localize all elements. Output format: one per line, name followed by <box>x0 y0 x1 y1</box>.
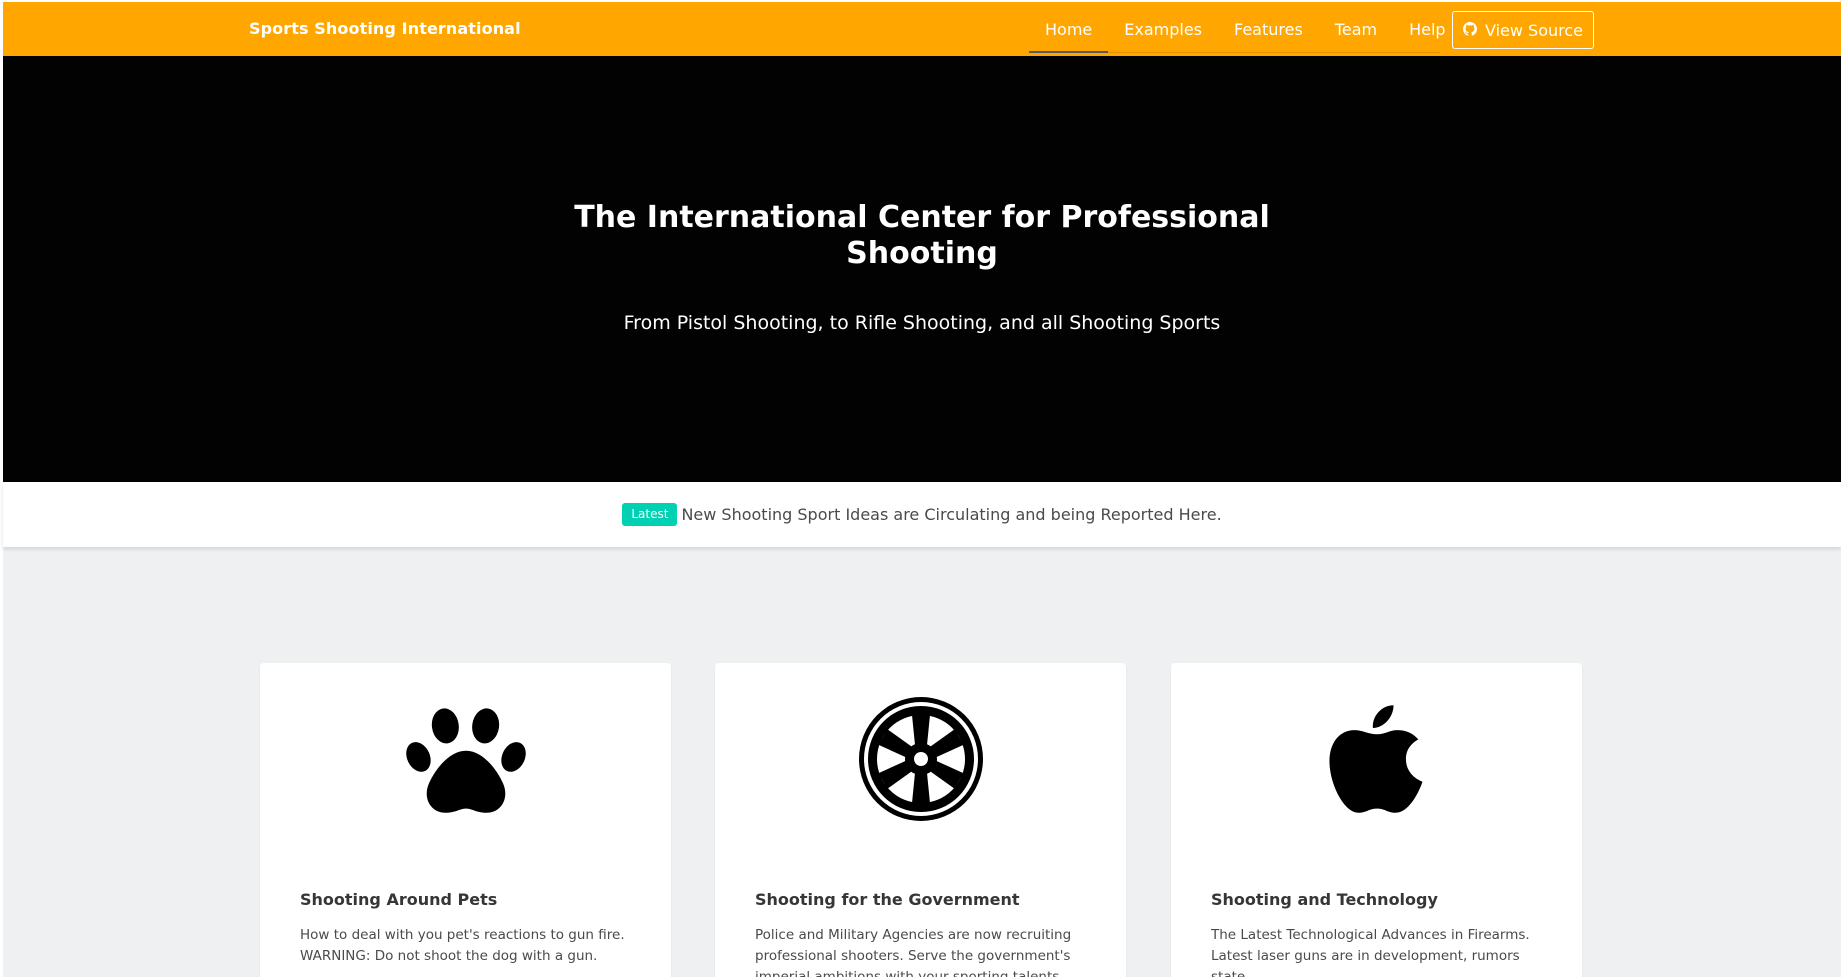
view-source-button[interactable]: View Source <box>1452 11 1594 49</box>
card-text: How to deal with you pet's reactions to … <box>300 927 625 964</box>
latest-badge: Latest <box>622 503 678 526</box>
page: Sports Shooting International Home Examp… <box>0 0 1841 977</box>
brand-logo-text[interactable]: Sports Shooting International <box>249 2 521 56</box>
view-source-label: View Source <box>1484 20 1583 40</box>
github-icon <box>1462 21 1477 40</box>
hero-subtitle: From Pistol Shooting, to Rifle Shooting,… <box>623 312 1221 334</box>
card-pets: Shooting Around Pets How to deal with yo… <box>260 663 671 977</box>
tab-features[interactable]: Features <box>1218 2 1319 52</box>
hero-title-line-2: Shooting <box>846 236 998 271</box>
tab-examples[interactable]: Examples <box>1108 2 1218 52</box>
card-text: The Latest Technological Advances in Fir… <box>1211 927 1530 977</box>
card-title: Shooting and Technology <box>1211 890 1438 909</box>
features-section: Shooting Around Pets How to deal with yo… <box>3 547 1841 977</box>
hero-title: The International Center for Professiona… <box>3 200 1841 272</box>
paw-icon <box>260 694 671 824</box>
galactic-empire-icon <box>715 694 1126 824</box>
apple-icon <box>1171 694 1582 824</box>
card-text: Police and Military Agencies are now rec… <box>755 927 1072 977</box>
card-title: Shooting Around Pets <box>300 890 498 909</box>
hero-title-line-1: The International Center for Professiona… <box>574 200 1270 235</box>
card-title: Shooting for the Government <box>755 890 1020 909</box>
card-government: Shooting for the Government Police and M… <box>715 663 1126 977</box>
announcement-bar: Latest New Shooting Sport Ideas are Circ… <box>3 482 1841 547</box>
nav-tabs: Home Examples Features Team Help <box>1029 2 1446 53</box>
announcement-text: New Shooting Sport Ideas are Circulating… <box>681 505 1222 524</box>
navbar: Sports Shooting International Home Examp… <box>3 2 1841 56</box>
tab-home[interactable]: Home <box>1029 2 1109 53</box>
hero-section: The International Center for Professiona… <box>3 56 1841 482</box>
card-technology: Shooting and Technology The Latest Techn… <box>1171 663 1582 977</box>
tab-team[interactable]: Team <box>1319 2 1393 52</box>
